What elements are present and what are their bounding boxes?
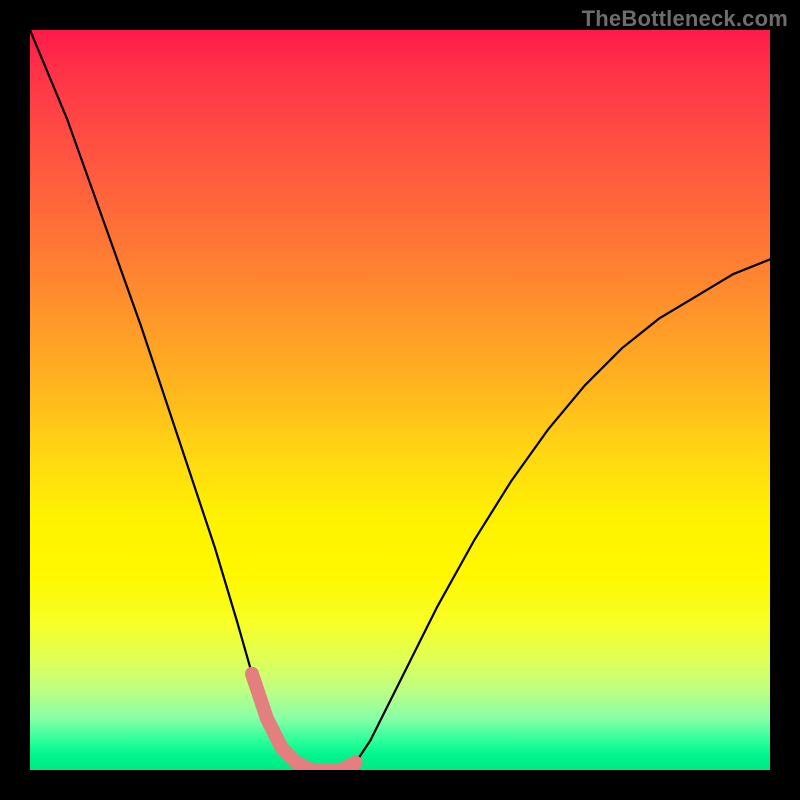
chart-frame: TheBottleneck.com: [0, 0, 800, 800]
optimal-range-highlight: [252, 674, 356, 770]
watermark-text: TheBottleneck.com: [582, 6, 788, 32]
bottleneck-curve: [30, 30, 770, 770]
plot-area: [30, 30, 770, 770]
curve-layer: [30, 30, 770, 770]
